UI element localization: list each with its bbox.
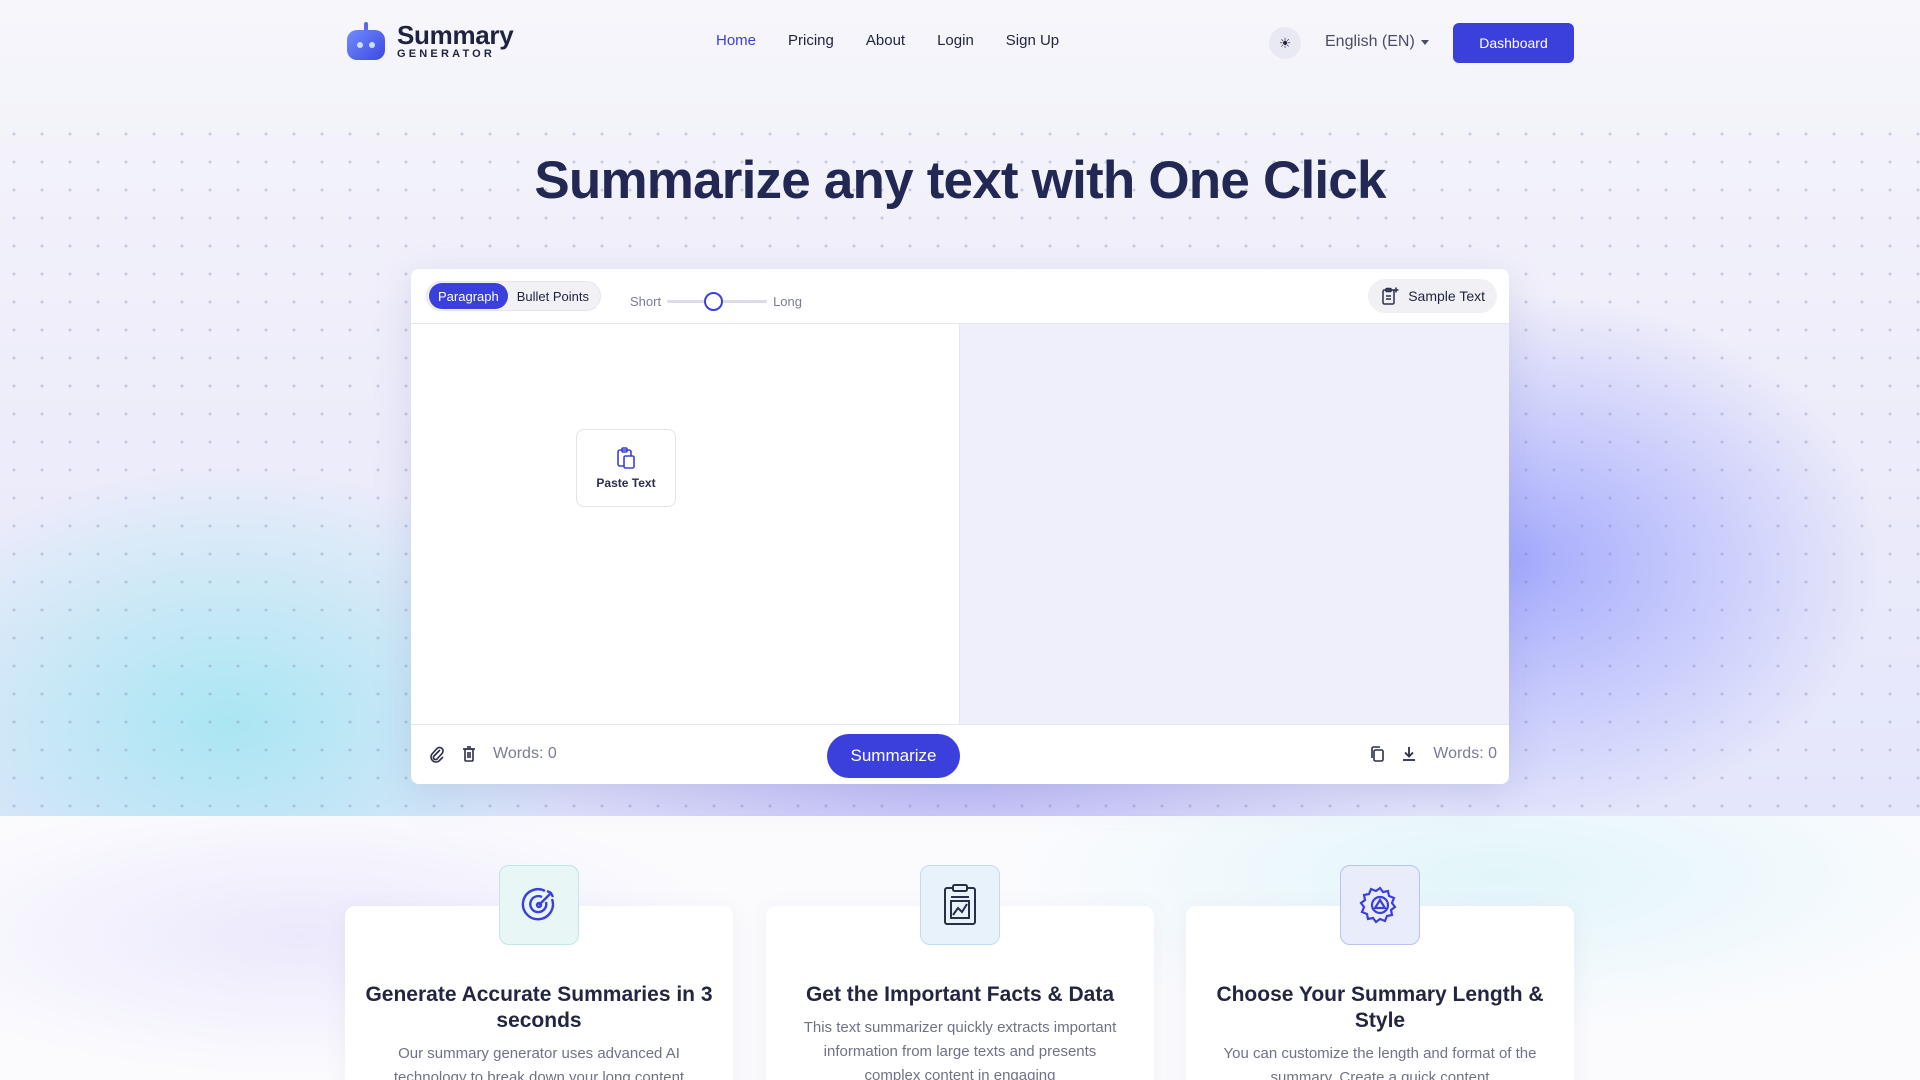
feature-card-facts: Get the Important Facts & Data This text… — [766, 865, 1154, 1080]
output-summary-area — [960, 324, 1509, 724]
length-short-label: Short — [630, 293, 662, 309]
length-slider[interactable] — [667, 291, 768, 311]
paste-icon — [617, 447, 635, 469]
main-nav: Home Pricing About Login Sign Up — [716, 32, 1059, 49]
clipboard-chart-icon — [944, 884, 976, 925]
nav-home[interactable]: Home — [716, 32, 756, 49]
input-footer: Words: 0 — [429, 745, 557, 763]
brand-name: Summary — [397, 20, 514, 50]
site-header: Summary GENERATOR Home Pricing About Log… — [0, 0, 1920, 86]
target-icon — [521, 888, 555, 921]
theme-toggle-button[interactable]: ☀ — [1269, 27, 1301, 59]
nav-pricing[interactable]: Pricing — [788, 32, 834, 49]
paperclip-icon[interactable] — [429, 745, 445, 763]
nav-sign-up[interactable]: Sign Up — [1006, 32, 1059, 49]
clipboard-plus-icon — [1382, 287, 1399, 305]
feature-description: Our summary generator uses advanced AI t… — [393, 1045, 685, 1080]
summarizer-editor: Paragraph Bullet Points Short Long Sampl… — [411, 269, 1509, 784]
feature-title: Generate Accurate Summaries in 3 seconds — [365, 983, 713, 1032]
download-icon[interactable] — [1401, 745, 1417, 763]
output-word-count: Words: 0 — [1433, 745, 1497, 762]
feature-title: Choose Your Summary Length & Style — [1216, 983, 1544, 1032]
hero-title: Summarize any text with One Click — [534, 151, 1386, 210]
mode-paragraph[interactable]: Paragraph — [429, 283, 508, 309]
feature-description: This text summarizer quickly extracts im… — [803, 1019, 1117, 1080]
mode-bullet-points[interactable]: Bullet Points — [508, 283, 598, 309]
slider-thumb[interactable] — [703, 292, 723, 311]
robot-logo-icon — [345, 22, 387, 60]
nav-about[interactable]: About — [866, 32, 905, 49]
logo[interactable]: Summary GENERATOR — [345, 20, 514, 60]
input-text-area[interactable] — [411, 324, 960, 724]
sun-icon: ☀ — [1278, 34, 1292, 51]
length-control: Short Long — [630, 291, 802, 311]
caret-down-icon — [1420, 39, 1429, 45]
feature-title: Get the Important Facts & Data — [805, 983, 1115, 1006]
feature-description: You can customize the length and format … — [1223, 1045, 1537, 1080]
feature-icon-box — [1340, 865, 1420, 945]
input-word-count: Words: 0 — [493, 745, 557, 762]
nav-login[interactable]: Login — [937, 32, 974, 49]
dashboard-button[interactable]: Dashboard — [1453, 23, 1574, 63]
editor-footer: Words: 0 Summarize Words: 0 — [411, 724, 1509, 784]
gear-icon — [1359, 886, 1397, 924]
summarize-button[interactable]: Summarize — [827, 734, 960, 778]
logo-text: Summary GENERATOR — [397, 20, 514, 60]
editor-toolbar: Paragraph Bullet Points Short Long Sampl… — [411, 269, 1509, 324]
feature-icon-box — [920, 865, 1000, 945]
feature-icon-box — [499, 865, 579, 945]
output-footer: Words: 0 — [1369, 745, 1497, 763]
paste-text-label: Paste Text — [596, 476, 656, 490]
feature-card-customize: Choose Your Summary Length & Style You c… — [1186, 865, 1574, 1080]
mode-toggle: Paragraph Bullet Points — [426, 281, 601, 311]
copy-icon[interactable] — [1369, 745, 1385, 763]
language-label: English (EN) — [1325, 33, 1415, 50]
language-selector[interactable]: English (EN) — [1325, 33, 1429, 51]
paste-text-button[interactable]: Paste Text — [576, 429, 676, 507]
length-long-label: Long — [773, 293, 802, 309]
sample-text-label: Sample Text — [1408, 288, 1485, 304]
trash-icon[interactable] — [461, 745, 477, 763]
sample-text-button[interactable]: Sample Text — [1368, 279, 1497, 313]
feature-card-accurate: Generate Accurate Summaries in 3 seconds… — [345, 865, 733, 1080]
